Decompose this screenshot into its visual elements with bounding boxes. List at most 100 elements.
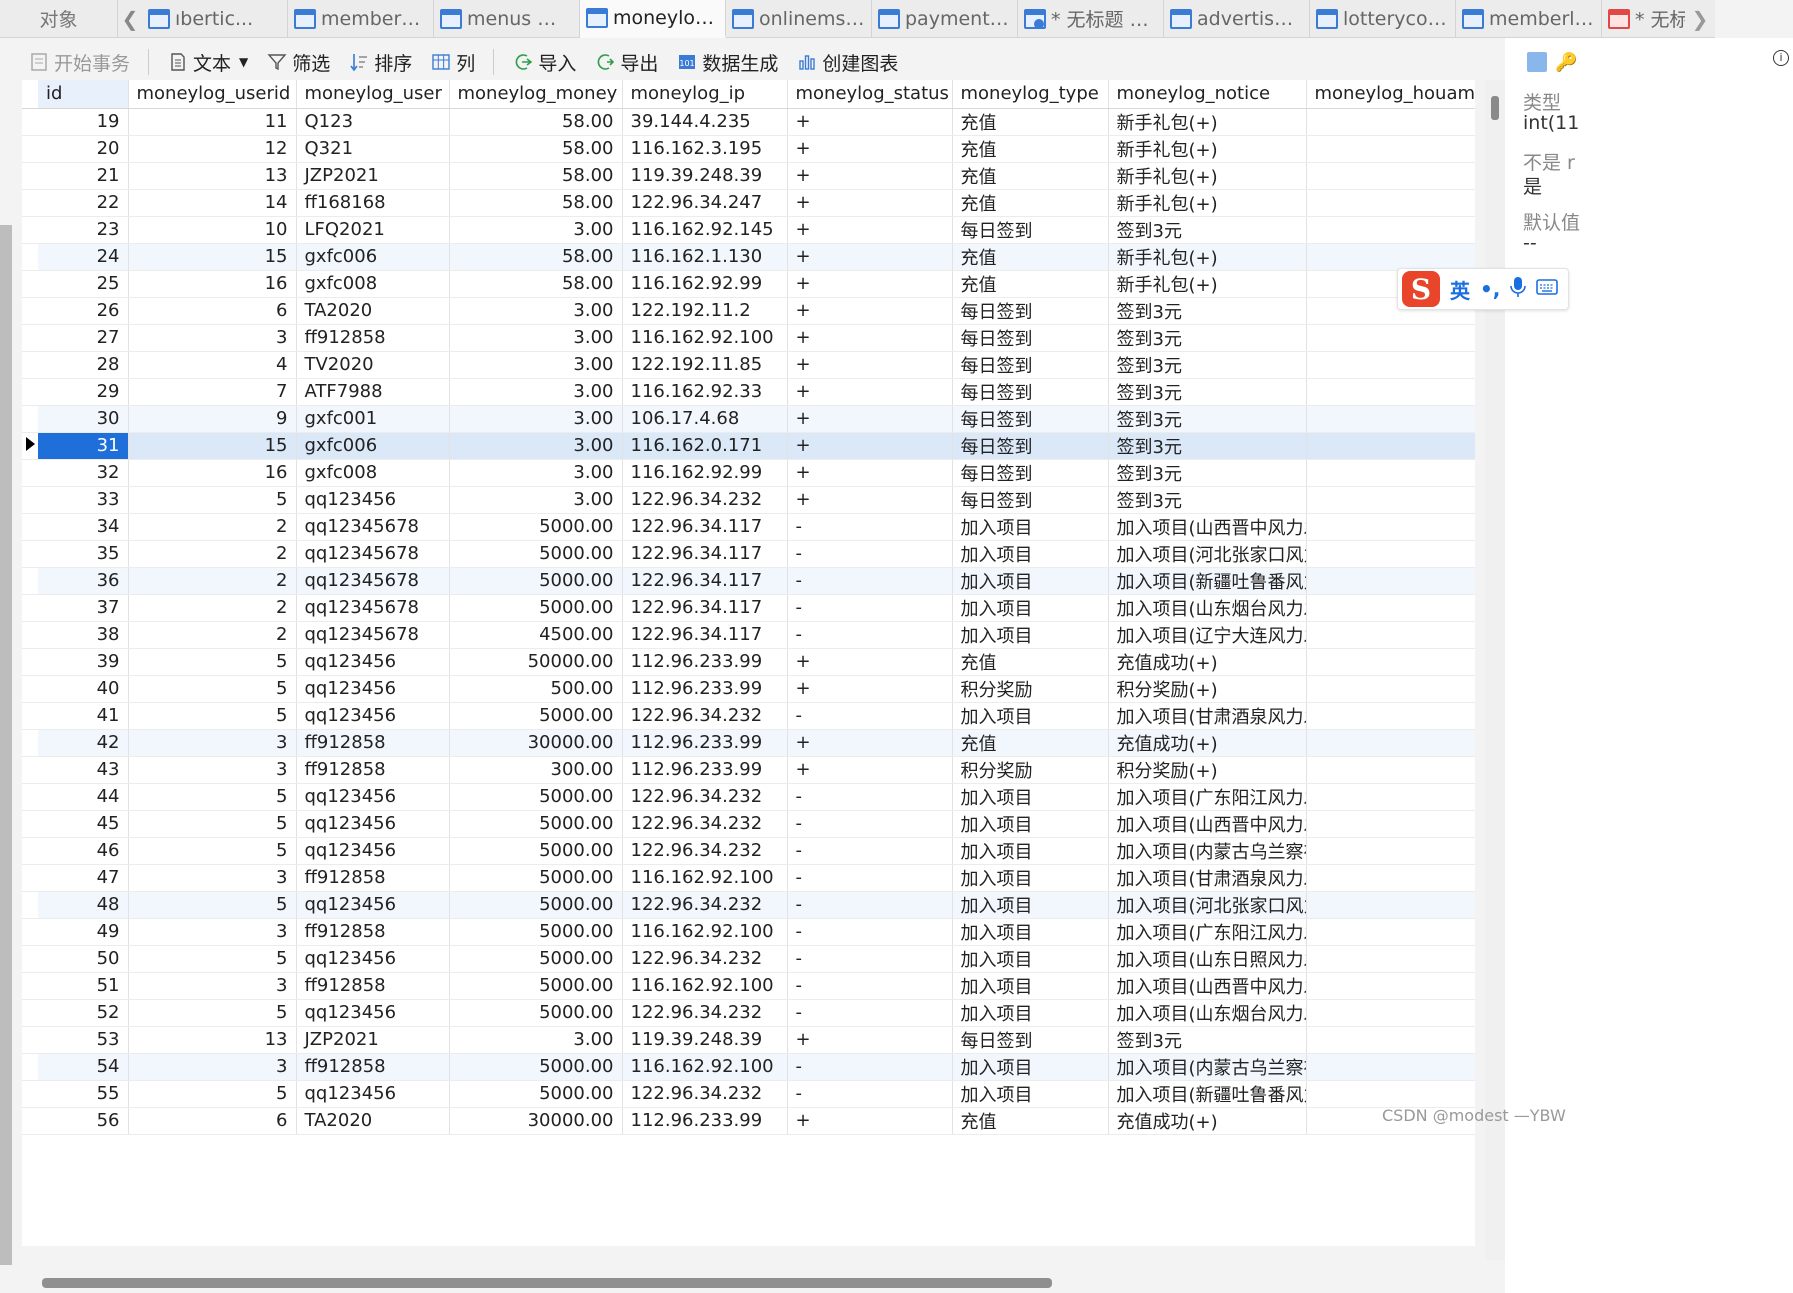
cell-moneylog-status[interactable]: - [787,918,953,946]
table-row[interactable]: 2310LFQ20213.00116.162.92.145+每日签到签到3元61… [22,216,1475,244]
cell-moneylog-type[interactable]: 加入项目 [952,540,1109,568]
cell-moneylog-houamou[interactable]: 58. [1306,243,1475,271]
cell-moneylog-type[interactable]: 每日签到 [952,324,1109,352]
cell-id[interactable]: 26 [38,297,129,325]
cell-moneylog-status[interactable]: + [787,1026,953,1054]
cell-moneylog-user[interactable]: qq123456 [296,810,450,838]
mic-icon[interactable] [1510,276,1527,303]
cell-moneylog-notice[interactable]: 加入项目(山西晋中风力发E [1108,810,1307,838]
row-indicator[interactable] [22,432,38,460]
cell-moneylog-status[interactable]: - [787,864,953,892]
cell-moneylog-notice[interactable]: 签到3元 [1108,378,1307,406]
table-row[interactable]: 44 5 qq123456 5000.00 122.96.34.232- 加入项目 加入项目… [22,783,1475,811]
cell-moneylog-status[interactable]: + [787,108,953,136]
cell-moneylog-money[interactable]: 30000.00 [449,1107,623,1135]
cell-moneylog-houamou[interactable]: 25061. [1306,864,1475,892]
cell-moneylog-userid[interactable]: 2 [128,621,297,649]
cell-moneylog-money[interactable]: 58.00 [449,270,623,298]
row-indicator[interactable] [22,594,38,622]
cell-moneylog-ip[interactable]: 119.39.248.39 [622,1026,788,1054]
cell-moneylog-user[interactable]: LFQ2021 [296,216,450,244]
cell-moneylog-money[interactable]: 30000.00 [449,729,623,757]
cell-moneylog-type[interactable]: 加入项目 [952,1053,1109,1081]
cell-moneylog-houamou[interactable]: 61. [1306,432,1475,460]
cell-moneylog-user[interactable]: ff912858 [296,1053,450,1081]
tab-scroll-left-icon[interactable]: ❮ [118,0,142,38]
cell-moneylog-userid[interactable]: 6 [128,297,297,325]
cell-moneylog-money[interactable]: 5000.00 [449,864,623,892]
cell-moneylog-money[interactable]: 5000.00 [449,810,623,838]
table-row[interactable]: 50 5 qq123456 5000.00 122.96.34.232- 加入项目 加入项目… [22,945,1475,973]
tab-10[interactable]: * 无标题 - ... [1602,0,1685,38]
cell-moneylog-status[interactable]: - [787,1053,953,1081]
cell-moneylog-type[interactable]: 充值 [952,1107,1109,1135]
cell-id[interactable]: 19 [38,108,129,136]
cell-moneylog-houamou[interactable]: 19558. [1306,513,1475,541]
row-indicator[interactable] [22,351,38,379]
cell-moneylog-type[interactable]: 充值 [952,189,1109,217]
tab-8[interactable]: lotteryconf... [1310,0,1456,38]
cell-moneylog-notice[interactable]: 签到3元 [1108,405,1307,433]
table-row[interactable]: 5313JZP20213.00119.39.248.39+每日签到签到3元61. [22,1026,1475,1054]
cell-moneylog-ip[interactable]: 122.96.34.247 [622,189,788,217]
cell-moneylog-userid[interactable]: 3 [128,756,297,784]
cell-moneylog-userid[interactable]: 3 [128,729,297,757]
row-indicator[interactable] [22,459,38,487]
cell-moneylog-ip[interactable]: 122.96.34.232 [622,945,788,973]
cell-moneylog-userid[interactable]: 11 [128,108,297,136]
horizontal-scrollbar[interactable] [22,1276,1475,1290]
cell-id[interactable]: 23 [38,216,129,244]
column-header-moneylog-notice[interactable]: moneylog_notice [1108,80,1307,109]
cell-moneylog-status[interactable]: + [787,729,953,757]
cell-moneylog-type[interactable]: 加入项目 [952,513,1109,541]
cell-moneylog-notice[interactable]: 新手礼包(+) [1108,243,1307,271]
cell-moneylog-type[interactable]: 加入项目 [952,837,1109,865]
cell-moneylog-user[interactable]: qq123456 [296,945,450,973]
cell-moneylog-money[interactable]: 5000.00 [449,918,623,946]
cell-moneylog-notice[interactable]: 加入项目(河北张家口风力) [1108,540,1307,568]
cell-moneylog-houamou[interactable]: 61. [1306,351,1475,379]
cell-id[interactable]: 48 [38,891,129,919]
column-header-id[interactable]: id [38,80,129,109]
cell-moneylog-houamou[interactable]: 14558. [1306,540,1475,568]
cell-moneylog-ip[interactable]: 122.96.34.232 [622,837,788,865]
cell-moneylog-houamou[interactable]: 61. [1306,216,1475,244]
column-header-moneylog-user[interactable]: moneylog_user [296,80,450,109]
cell-moneylog-money[interactable]: 5000.00 [449,567,623,595]
cell-moneylog-type[interactable]: 每日签到 [952,432,1109,460]
cell-moneylog-type[interactable]: 加入项目 [952,864,1109,892]
cell-moneylog-status[interactable]: + [787,756,953,784]
cell-moneylog-status[interactable]: + [787,405,953,433]
cell-moneylog-userid[interactable]: 12 [128,135,297,163]
cell-moneylog-status[interactable]: + [787,189,953,217]
cell-moneylog-notice[interactable]: 加入项目(广东阳江风力发E [1108,783,1307,811]
column-header-moneylog-type[interactable]: moneylog_type [952,80,1109,109]
cell-moneylog-userid[interactable]: 2 [128,594,297,622]
data-generation-button[interactable]: 101 数据生成 [670,46,784,78]
table-row[interactable]: 3216gxfc0083.00116.162.92.99+每日签到签到3元61. [22,459,1475,487]
cell-moneylog-userid[interactable]: 3 [128,324,297,352]
cell-moneylog-type[interactable]: 充值 [952,162,1109,190]
cell-moneylog-type[interactable]: 加入项目 [952,783,1109,811]
tab-0[interactable]: ıbertic... [142,0,288,38]
cell-moneylog-user[interactable]: gxfc008 [296,270,450,298]
cell-moneylog-user[interactable]: JZP2021 [296,162,450,190]
table-row[interactable]: 3115gxfc0063.00116.162.0.171+每日签到签到3元61. [22,432,1475,460]
cell-moneylog-houamou[interactable]: 58. [1306,162,1475,190]
cell-moneylog-notice[interactable]: 积分奖励(+) [1108,675,1307,703]
cell-id[interactable]: 20 [38,135,129,163]
cell-moneylog-ip[interactable]: 116.162.92.100 [622,864,788,892]
cell-moneylog-status[interactable]: + [787,324,953,352]
cell-moneylog-userid[interactable]: 5 [128,891,297,919]
cell-moneylog-money[interactable]: 5000.00 [449,702,623,730]
cell-moneylog-userid[interactable]: 5 [128,702,297,730]
table-row[interactable]: 51 3 ff912858 5000.00 116.162.92.100- 加入项目 加入项… [22,972,1475,1000]
cell-moneylog-money[interactable]: 3.00 [449,351,623,379]
cell-moneylog-ip[interactable]: 122.96.34.232 [622,486,788,514]
row-indicator[interactable] [22,135,38,163]
cell-moneylog-ip[interactable]: 112.96.233.99 [622,729,788,757]
ime-language-toggle[interactable]: 英 [1450,275,1470,304]
cell-moneylog-userid[interactable]: 2 [128,513,297,541]
cell-moneylog-ip[interactable]: 122.96.34.232 [622,810,788,838]
cell-moneylog-type[interactable]: 每日签到 [952,351,1109,379]
